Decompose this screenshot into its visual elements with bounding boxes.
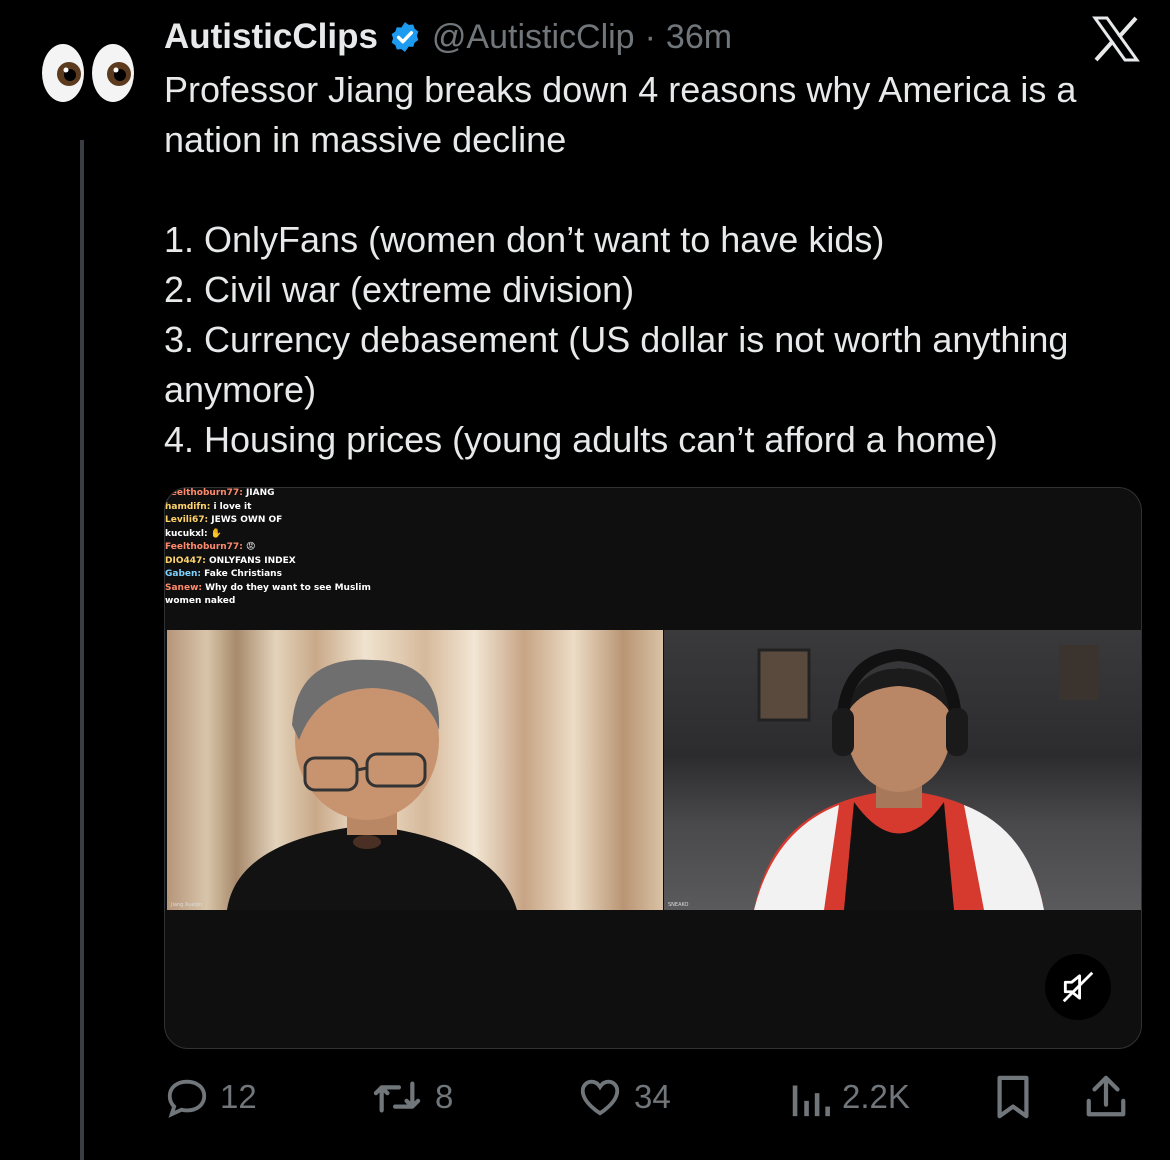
chat-line: hamdifn: i love it bbox=[165, 501, 252, 512]
view-count: 2.2K bbox=[842, 1078, 910, 1115]
person-left-illustration bbox=[227, 659, 517, 910]
repost-icon bbox=[373, 1081, 421, 1113]
views-button[interactable]: 2.2K bbox=[788, 1070, 910, 1124]
chat-line: Gaben: Fake Christians bbox=[165, 569, 282, 579]
share-icon bbox=[1086, 1075, 1126, 1117]
chat-line: women naked bbox=[165, 596, 236, 606]
webcam-left: Jiang Xueqin bbox=[167, 630, 663, 910]
bookmark-icon bbox=[997, 1075, 1029, 1119]
views-icon bbox=[792, 1085, 830, 1117]
tweet-text-reason-4: 4. Housing prices (young adults can’t af… bbox=[164, 419, 998, 460]
thread-line bbox=[80, 140, 84, 1160]
tweet-text-reason-2: 2. Civil war (extreme division) bbox=[164, 269, 635, 310]
right-cam-label: SNEAKO bbox=[668, 902, 689, 908]
like-button[interactable]: 34 bbox=[576, 1070, 671, 1124]
chat-line: Feelthoburn77: 😡 bbox=[165, 542, 256, 552]
mute-toggle-button[interactable] bbox=[1045, 954, 1111, 1020]
chat-line: DIO447: ONLYFANS INDEX bbox=[165, 555, 296, 566]
bookmark-button[interactable] bbox=[992, 1070, 1034, 1124]
repost-count: 8 bbox=[435, 1078, 454, 1115]
tweet-action-bar: 12 8 34 2.2K bbox=[164, 1070, 1144, 1124]
reply-icon bbox=[167, 1079, 207, 1118]
display-name[interactable]: AutisticClips bbox=[164, 17, 378, 57]
muted-speaker-icon bbox=[1062, 971, 1094, 1003]
chat-line: kucukxl: ✋ bbox=[165, 528, 222, 539]
separator-dot: · bbox=[644, 17, 656, 56]
handle[interactable]: @AutisticClip bbox=[432, 18, 635, 57]
repost-button[interactable]: 8 bbox=[369, 1070, 453, 1124]
person-right-illustration bbox=[754, 645, 1099, 910]
reply-button[interactable]: 12 bbox=[164, 1070, 257, 1124]
like-count: 34 bbox=[634, 1078, 671, 1115]
video-player[interactable]: Feelthoburn77: JIANG hamdifn: i love it … bbox=[164, 487, 1142, 1049]
avatar[interactable] bbox=[38, 38, 138, 108]
chat-line: Sanew: Why do they want to see Muslim bbox=[165, 582, 371, 593]
x-logo-icon bbox=[1092, 16, 1140, 62]
chat-line: Levili67: JEWS OWN OF bbox=[165, 515, 283, 525]
stream-chat-overlay: Feelthoburn77: JIANG hamdifn: i love it … bbox=[165, 488, 565, 628]
tweet-header: AutisticClips @AutisticClip · 36m bbox=[164, 12, 1124, 62]
verified-badge-icon bbox=[391, 22, 419, 52]
share-button[interactable] bbox=[1084, 1070, 1128, 1124]
chat-line: Feelthoburn77: JIANG bbox=[165, 488, 275, 498]
tweet-text-reason-1: 1. OnlyFans (women don’t want to have ki… bbox=[164, 219, 885, 260]
left-cam-label: Jiang Xueqin bbox=[171, 902, 203, 908]
webcam-right: SNEAKO bbox=[664, 630, 1141, 910]
reply-count: 12 bbox=[220, 1078, 257, 1115]
eyes-emoji-icon bbox=[42, 44, 134, 102]
tweet-text-intro: Professor Jiang breaks down 4 reasons wh… bbox=[164, 69, 1077, 160]
heart-icon bbox=[580, 1079, 620, 1116]
tweet-text: Professor Jiang breaks down 4 reasons wh… bbox=[164, 65, 1154, 465]
timestamp[interactable]: 36m bbox=[666, 18, 732, 57]
tweet-text-reason-3: 3. Currency debasement (US dollar is not… bbox=[164, 319, 1069, 410]
